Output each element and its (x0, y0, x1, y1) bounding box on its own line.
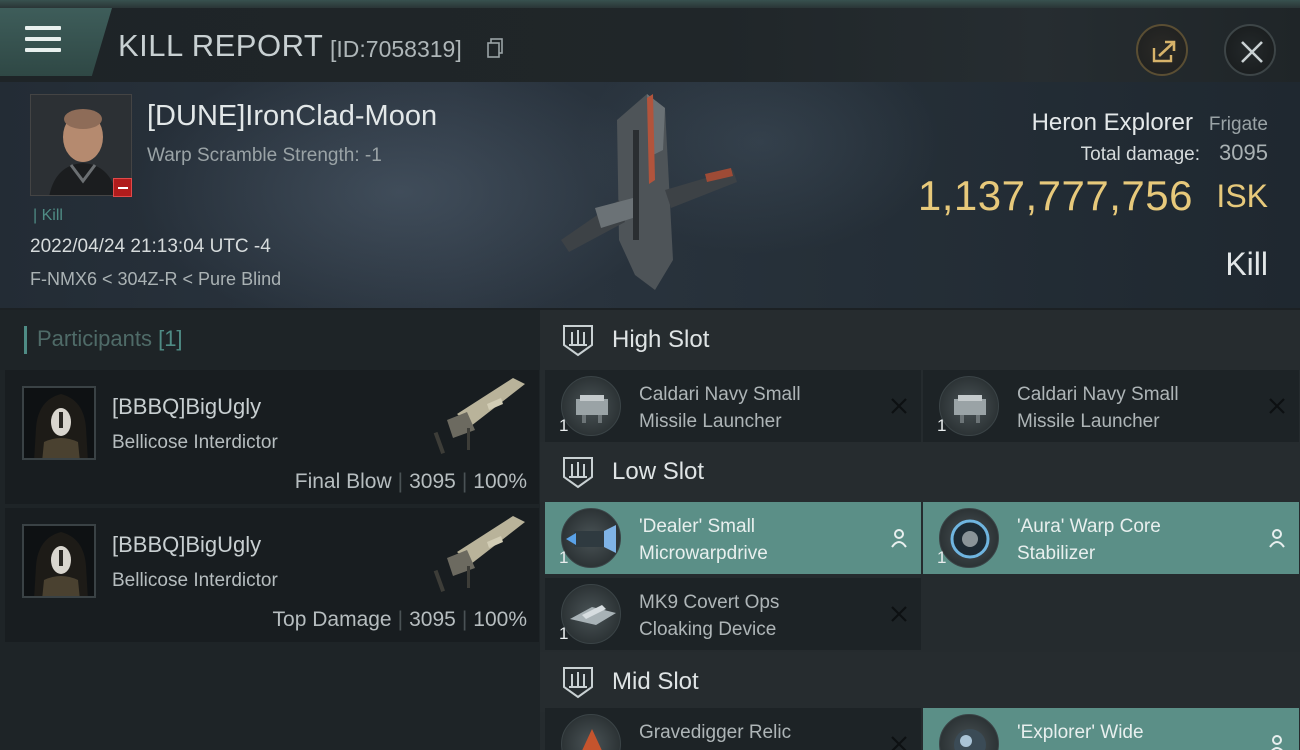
participant-row[interactable]: [BBBQ]BigUgly Bellicose Interdictor Top … (5, 508, 539, 642)
destroyed-x-icon (1269, 398, 1285, 414)
participants-label: Participants (37, 326, 152, 351)
module-item[interactable]: 1 Caldari Navy Small Missile Launcher (545, 370, 921, 442)
participant-ship-image (433, 516, 525, 592)
kill-location: F-NMX6 < 304Z-R < Pure Blind (30, 269, 282, 289)
total-damage-label: Total damage: (1080, 144, 1200, 165)
participant-ship: Bellicose Interdictor (112, 432, 278, 453)
participant-ship-image (433, 378, 525, 454)
module-item[interactable]: Gravedigger Relic (545, 708, 921, 750)
module-name: 'Aura' Warp Core Stabilizer (1017, 516, 1161, 564)
hamburger-icon (25, 26, 61, 54)
participant-avatar[interactable] (22, 524, 96, 598)
destroyed-x-icon (891, 606, 907, 622)
module-item[interactable]: 1 MK9 Covert Ops Cloaking Device (545, 578, 921, 650)
header-bar: KILL REPORT [ID:7058319] (0, 8, 1300, 82)
close-icon (1241, 41, 1263, 63)
low-slot-label: Low Slot (612, 458, 705, 485)
victim-ship-name[interactable]: Heron Explorer (1032, 109, 1193, 137)
participant-damage: 3095 (409, 608, 456, 631)
participant-damage: 3095 (409, 470, 456, 493)
participant-percent: 100% (473, 470, 527, 493)
warp-scramble-strength: Warp Scramble Strength: -1 (147, 145, 382, 166)
high-slot-header: High Slot (540, 310, 1300, 370)
module-quantity: 1 (937, 548, 947, 567)
fitting-panel: High Slot 1 Caldari Navy Small Missile La… (540, 310, 1300, 750)
module-quantity: 1 (559, 416, 569, 435)
mid-slot-label: Mid Slot (612, 668, 699, 695)
menu-button[interactable] (0, 8, 112, 76)
microwarpdrive-icon (561, 508, 621, 568)
page-title: KILL REPORT (118, 28, 324, 63)
module-name: 'Dealer' Small Microwarpdrive (639, 516, 768, 564)
dropped-person-icon (891, 529, 907, 548)
module-name: MK9 Covert Ops Cloaking Device (639, 592, 780, 640)
participant-percent: 100% (473, 608, 527, 631)
module-quantity: 1 (559, 548, 569, 567)
victim-ship-image (561, 94, 737, 290)
share-icon (1152, 40, 1176, 63)
low-slot-icon (563, 457, 593, 489)
copy-icon[interactable] (487, 38, 503, 58)
participants-header: Participants [1] (24, 326, 183, 355)
participant-stats: Final Blow | 3095 | 100% (294, 470, 527, 493)
participants-count: [1] (158, 326, 183, 351)
participants-panel: Participants [1] [BBBQ]BigUgly Bellicose… (0, 310, 540, 750)
mid-slot-header: Mid Slot (540, 652, 1300, 712)
module-item[interactable]: 1 'Dealer' Small Microwarpdrive (545, 502, 921, 574)
participant-role: Top Damage (272, 608, 392, 631)
module-name: Gravedigger Relic (639, 722, 792, 743)
module-item[interactable]: 1 Caldari Navy Small Missile Launcher (923, 370, 1299, 442)
kill-type-tag: | Kill (33, 207, 63, 224)
dropped-person-icon (1269, 529, 1285, 548)
missile-launcher-icon (939, 376, 999, 436)
participant-row[interactable]: [BBBQ]BigUgly Bellicose Interdictor Fina… (5, 370, 539, 504)
isk-unit: ISK (1216, 178, 1268, 214)
share-button[interactable] (1136, 24, 1188, 76)
participant-portrait-image (34, 532, 88, 596)
missile-launcher-icon (561, 376, 621, 436)
isk-value: 1,137,777,756 (917, 172, 1193, 219)
participant-name[interactable]: [BBBQ]BigUgly (112, 532, 261, 558)
kill-datetime: 2022/04/24 21:13:04 UTC -4 (30, 236, 271, 257)
kill-result-label: Kill (1225, 246, 1268, 282)
report-id: [ID:7058319] (330, 36, 462, 62)
warp-core-stabilizer-icon (939, 508, 999, 568)
participant-portrait-image (34, 394, 88, 458)
destroyed-x-icon (891, 736, 907, 750)
module-item[interactable]: 1 'Aura' Warp Core Stabilizer (923, 502, 1299, 574)
high-slot-label: High Slot (612, 326, 710, 353)
module-name: Caldari Navy Small Missile Launcher (639, 384, 801, 432)
scanner-icon (939, 714, 999, 750)
close-button[interactable] (1224, 24, 1276, 76)
module-item[interactable]: 'Explorer' Wide (923, 708, 1299, 750)
destroyed-x-icon (891, 398, 907, 414)
participant-ship: Bellicose Interdictor (112, 570, 278, 591)
participant-stats: Top Damage | 3095 | 100% (272, 608, 527, 631)
total-damage-value: 3095 (1219, 140, 1268, 165)
module-quantity: 1 (937, 416, 947, 435)
relic-analyzer-icon (561, 714, 621, 750)
hostile-status-badge (113, 178, 132, 197)
high-slot-icon (563, 325, 593, 357)
participant-name[interactable]: [BBBQ]BigUgly (112, 394, 261, 420)
module-quantity: 1 (559, 624, 569, 643)
victim-pilot-name[interactable]: [DUNE]IronClad-Moon (147, 100, 437, 133)
low-slot-header: Low Slot (540, 442, 1300, 502)
participant-role: Final Blow (294, 470, 392, 493)
participant-avatar[interactable] (22, 386, 96, 460)
module-name: 'Explorer' Wide (1017, 722, 1144, 743)
dropped-person-icon (1271, 735, 1283, 750)
mid-slot-icon (563, 667, 593, 699)
victim-ship-class: Frigate (1208, 114, 1268, 135)
cloaking-device-icon (561, 584, 621, 644)
victim-panel: [DUNE]IronClad-Moon Warp Scramble Streng… (0, 82, 1300, 308)
top-accent-line (0, 0, 1300, 8)
module-name: Caldari Navy Small Missile Launcher (1017, 384, 1179, 432)
